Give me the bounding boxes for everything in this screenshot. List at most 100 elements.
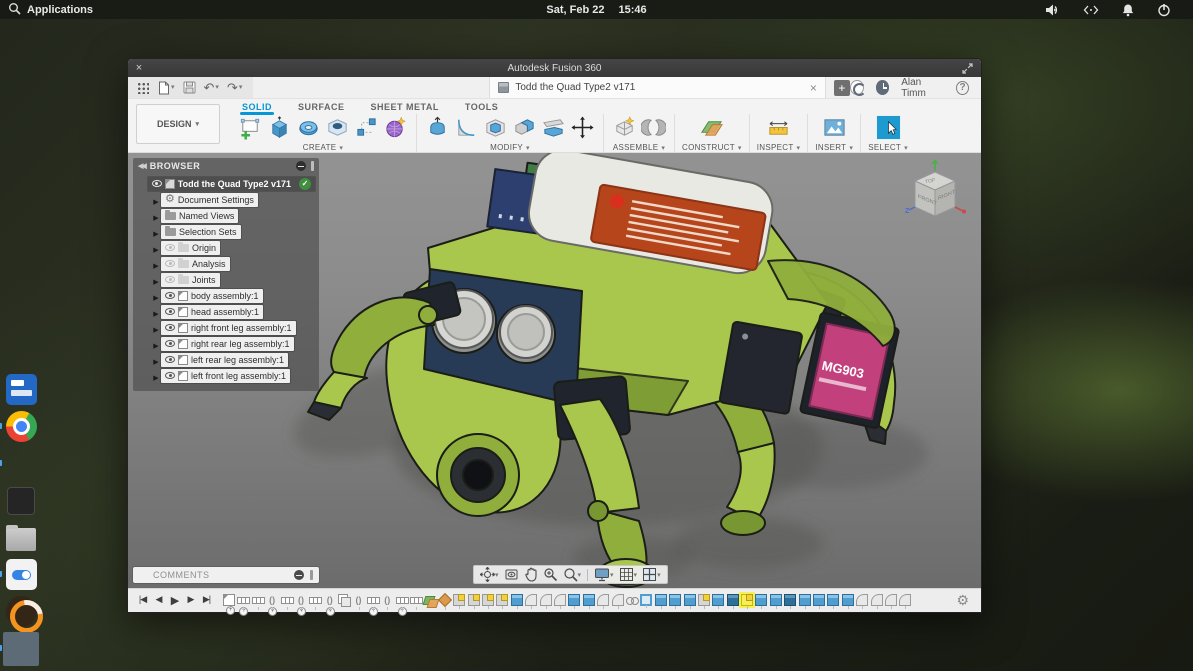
dock-item-vscode[interactable] xyxy=(0,447,39,480)
insert-image-icon[interactable] xyxy=(821,114,848,141)
create-sketch-icon[interactable] xyxy=(237,114,264,141)
timeline-feature[interactable] xyxy=(237,594,249,610)
insert-dropdown[interactable]: INSERT ▾ xyxy=(815,141,853,152)
timeline-feature[interactable] xyxy=(697,593,710,609)
timeline-feature[interactable] xyxy=(884,593,897,609)
timeline-feature[interactable] xyxy=(813,593,826,609)
visibility-eye-icon[interactable] xyxy=(165,260,175,267)
timeline-feature[interactable] xyxy=(654,593,667,609)
joint-icon[interactable] xyxy=(640,114,667,141)
tab-solid[interactable]: SOLID xyxy=(239,102,275,115)
visibility-eye-icon[interactable] xyxy=(165,324,175,331)
undo-icon[interactable]: ↶ ▾ xyxy=(201,79,222,96)
create-dropdown[interactable]: CREATE ▾ xyxy=(303,141,343,152)
visibility-eye-icon[interactable] xyxy=(165,244,175,251)
account-user[interactable]: Alan Timm xyxy=(901,77,944,99)
browser-item[interactable]: left front leg assembly:1 ✓ xyxy=(151,368,315,383)
shell-icon[interactable] xyxy=(482,114,509,141)
clock[interactable]: Sat, Feb 22 15:46 xyxy=(0,4,1193,16)
dock-item-ubuntu-mate[interactable] xyxy=(3,595,39,628)
help-button[interactable]: ? xyxy=(956,80,969,95)
timeline-feature[interactable] xyxy=(769,593,782,609)
construction-plane-icon[interactable] xyxy=(698,114,725,141)
volume-icon[interactable] xyxy=(1045,3,1061,17)
window-maximize-icon[interactable] xyxy=(962,62,981,74)
visibility-eye-icon[interactable] xyxy=(165,276,175,283)
timeline-feature[interactable] xyxy=(496,593,509,609)
expand-arrow-icon[interactable] xyxy=(153,367,158,385)
timeline-feature[interactable] xyxy=(784,593,797,609)
timeline-feature[interactable] xyxy=(597,593,610,609)
visibility-eye-icon[interactable] xyxy=(165,308,175,315)
timeline-feature[interactable] xyxy=(582,593,595,609)
visibility-eye-icon[interactable] xyxy=(165,340,175,347)
network-icon[interactable] xyxy=(1083,3,1099,17)
tab-sheet-metal[interactable]: SHEET METAL xyxy=(371,102,439,114)
timeline-feature[interactable] xyxy=(741,593,754,609)
visibility-eye-icon[interactable] xyxy=(151,180,162,187)
visibility-eye-icon[interactable] xyxy=(165,292,175,299)
select-dropdown[interactable]: SELECT ▾ xyxy=(868,141,908,152)
dock-item-tweaks[interactable] xyxy=(0,558,39,591)
viewport-3d[interactable]: MG903 ◀◀ BROWSER Todd the Quad Type2 v17… xyxy=(128,153,981,588)
timeline-feature[interactable] xyxy=(539,593,552,609)
visibility-eye-icon[interactable] xyxy=(165,372,175,379)
timeline-feature[interactable] xyxy=(625,594,639,606)
move-icon[interactable] xyxy=(569,114,596,141)
timeline-feature[interactable] xyxy=(553,593,566,609)
timeline-feature[interactable] xyxy=(510,593,523,609)
browser-collapse-icon[interactable]: ◀◀ xyxy=(138,162,147,170)
group-expand-icon[interactable] xyxy=(239,607,248,616)
browser-item[interactable]: body assembly:1 ✓ xyxy=(151,288,315,303)
playback-button[interactable] xyxy=(200,594,213,607)
timeline-feature[interactable] xyxy=(827,593,840,609)
timeline-feature[interactable] xyxy=(755,593,768,609)
job-status-icon[interactable] xyxy=(849,80,866,96)
viewports-icon[interactable]: ▾ xyxy=(640,566,663,583)
browser-item[interactable]: Todd the Quad Type2 v171 ✓ xyxy=(139,176,315,191)
timeline-feature[interactable] xyxy=(525,593,538,609)
zoom-window-icon[interactable]: ▾ xyxy=(561,566,584,583)
dock-item-remmina[interactable] xyxy=(3,373,39,406)
timeline-feature[interactable] xyxy=(223,593,235,609)
revolve-icon[interactable] xyxy=(295,114,322,141)
split-icon[interactable] xyxy=(540,114,567,141)
orbit-icon[interactable]: ▾ xyxy=(478,566,501,583)
browser-item[interactable]: Analysis ✓ xyxy=(151,256,315,271)
timeline-feature[interactable] xyxy=(381,594,393,610)
pan-icon[interactable] xyxy=(522,566,540,583)
zoom-icon[interactable] xyxy=(541,566,560,583)
timeline-feature[interactable] xyxy=(712,593,725,609)
modify-dropdown[interactable]: MODIFY ▾ xyxy=(490,141,530,152)
timeline-feature[interactable] xyxy=(467,593,480,609)
extrude-icon[interactable] xyxy=(266,114,293,141)
playback-button[interactable] xyxy=(152,594,165,607)
select-icon[interactable] xyxy=(875,114,902,141)
dock-item-chrome[interactable] xyxy=(0,410,39,443)
timeline-feature[interactable] xyxy=(870,593,883,609)
timeline-feature[interactable] xyxy=(338,593,352,607)
notifications-icon[interactable] xyxy=(1121,3,1135,17)
playback-button[interactable] xyxy=(136,594,149,607)
measure-icon[interactable] xyxy=(765,114,792,141)
timeline-feature[interactable] xyxy=(482,593,495,609)
app-grid-icon[interactable] xyxy=(134,80,152,96)
new-component-icon[interactable] xyxy=(611,114,638,141)
browser-item[interactable]: head assembly:1 ✓ xyxy=(151,304,315,319)
group-expand-icon[interactable] xyxy=(398,607,407,616)
pattern-icon[interactable] xyxy=(353,114,380,141)
document-tab-close-button[interactable]: × xyxy=(810,81,817,95)
group-expand-icon[interactable] xyxy=(297,607,306,616)
timeline-feature[interactable] xyxy=(841,593,854,609)
timeline-feature[interactable] xyxy=(640,593,653,608)
applications-menu[interactable]: Applications xyxy=(0,2,93,18)
timeline-feature[interactable] xyxy=(453,593,466,609)
combine-icon[interactable] xyxy=(511,114,538,141)
window-titlebar[interactable]: × Autodesk Fusion 360 xyxy=(128,59,981,77)
group-expand-icon[interactable] xyxy=(268,607,277,616)
timeline-feature[interactable] xyxy=(669,593,682,609)
timeline-feature[interactable] xyxy=(683,593,696,609)
inspect-dropdown[interactable]: INSPECT ▾ xyxy=(757,141,801,152)
browser-minimize-icon[interactable] xyxy=(296,161,306,171)
timeline-feature[interactable] xyxy=(568,593,581,609)
